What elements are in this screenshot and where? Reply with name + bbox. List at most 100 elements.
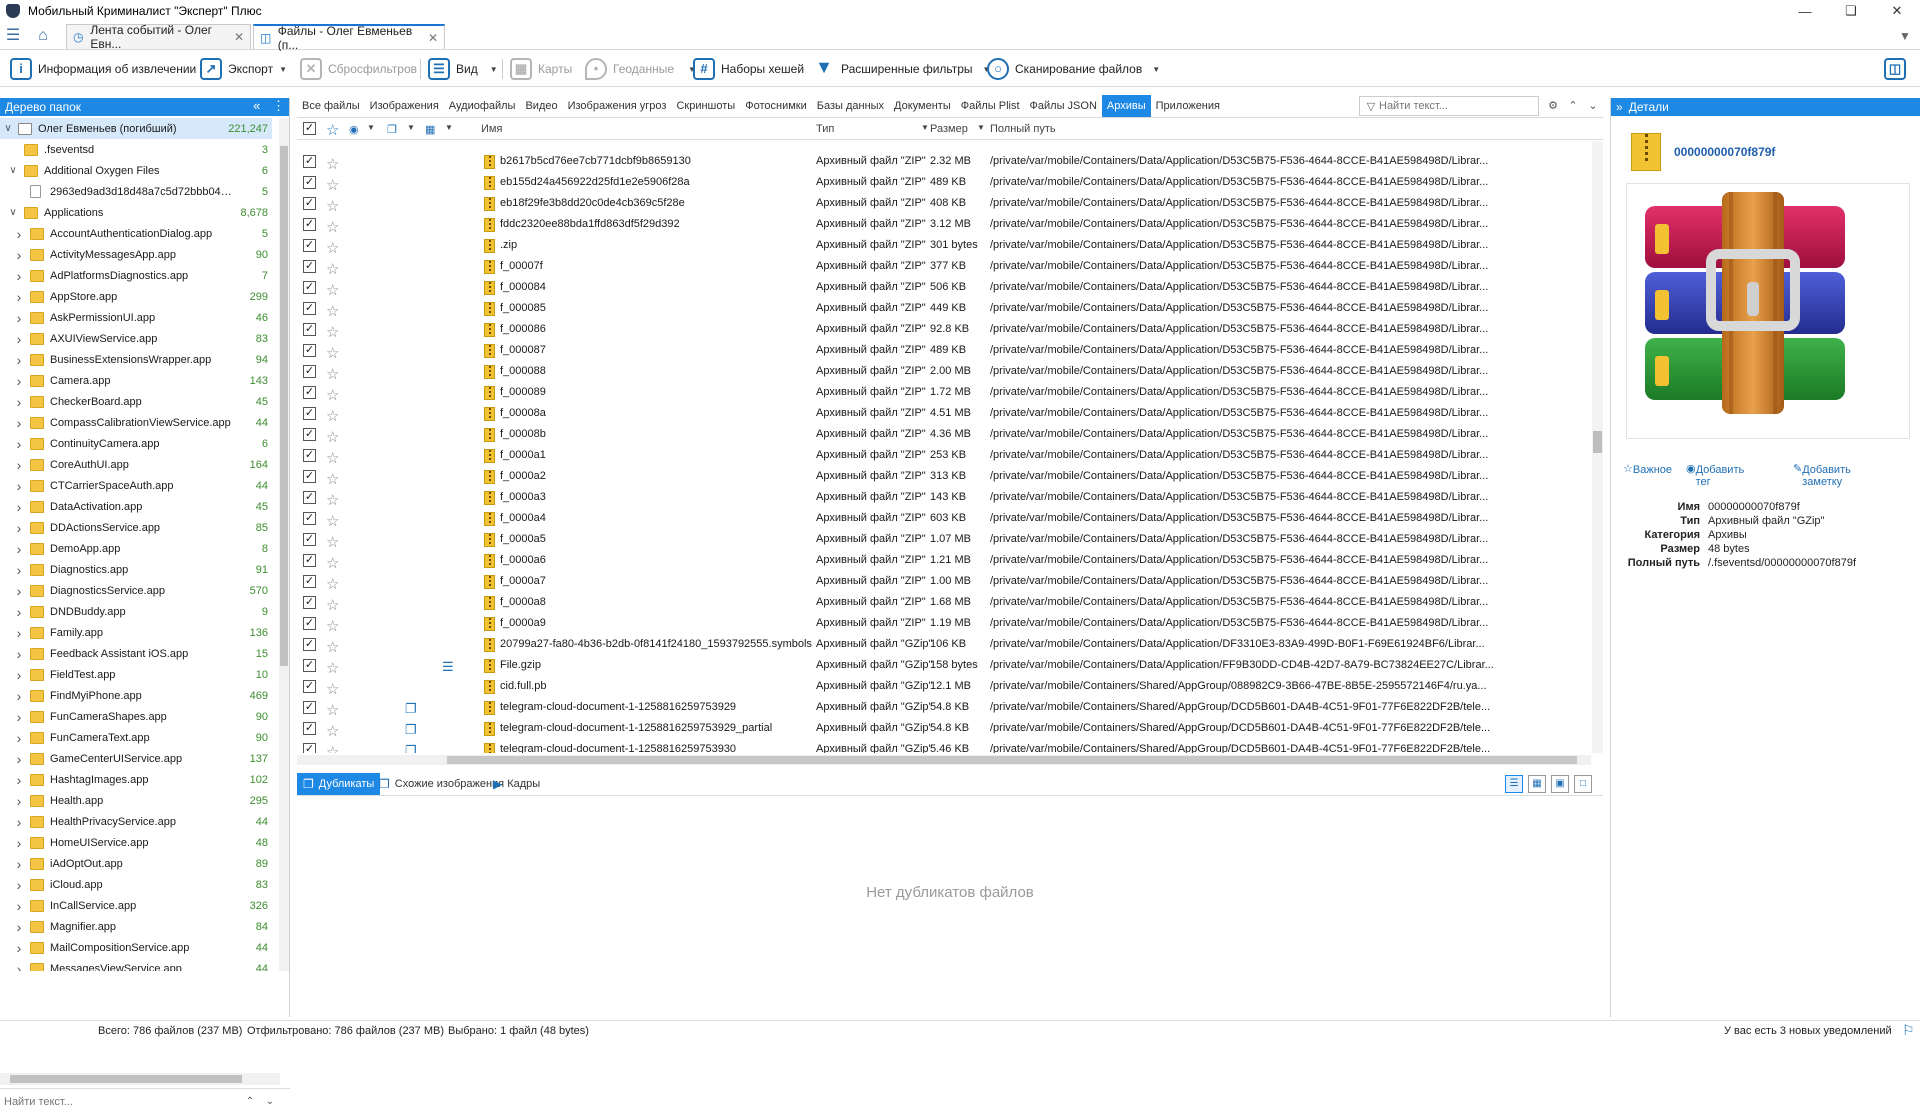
chevron-down-icon[interactable]: ▼ xyxy=(445,123,453,132)
scan-files-button[interactable]: ○ Сканирование файлов ▼ xyxy=(987,56,1160,82)
table-row[interactable]: ✓ ☆ .zip Архивный файл "ZIP" 301 bytes/priva… xyxy=(297,235,1591,257)
db-column-icon[interactable]: ▦ xyxy=(425,123,435,136)
tree-item[interactable]: › Diagnostics.app 91 xyxy=(0,559,272,580)
tag-column-icon[interactable]: ◉ xyxy=(349,123,359,136)
tree-item[interactable]: › FunCameraShapes.app 90 xyxy=(0,706,272,727)
tree-item[interactable]: › MailCompositionService.app 44 xyxy=(0,937,272,958)
chevron-right-icon[interactable]: › xyxy=(14,520,24,536)
tree-item[interactable]: › AdPlatformsDiagnostics.app 7 xyxy=(0,265,272,286)
row-checkbox[interactable]: ✓ xyxy=(303,176,316,189)
category-tab[interactable]: Изображения xyxy=(365,95,444,117)
chevron-right-icon[interactable]: › xyxy=(14,373,24,389)
star-icon[interactable]: ☆ xyxy=(326,512,339,530)
chevron-down-icon[interactable]: ▼ xyxy=(490,65,498,74)
extended-filters-button[interactable]: ▼ Расширенные фильтры ▼ xyxy=(813,56,990,82)
chevron-down-icon[interactable]: ▼ xyxy=(279,65,287,74)
chevron-down-icon[interactable]: ∨ xyxy=(3,123,13,134)
chevron-down-icon[interactable]: ▼ xyxy=(1152,65,1160,74)
tree-item[interactable]: › iAdOptOut.app 89 xyxy=(0,853,272,874)
category-tab[interactable]: Архивы xyxy=(1101,94,1151,117)
star-icon[interactable]: ☆ xyxy=(326,365,339,383)
add-note-action[interactable]: ✎ Добавить заметку xyxy=(1793,462,1851,488)
tree-item[interactable]: ∨ Олег Евменьев (погибший) 221,247 xyxy=(0,118,272,139)
star-icon[interactable]: ☆ xyxy=(326,281,339,299)
category-tab[interactable]: Аудиофайлы xyxy=(444,95,521,117)
chevron-right-icon[interactable]: › xyxy=(14,478,24,494)
star-icon[interactable]: ☆ xyxy=(326,617,339,635)
hamburger-menu-icon[interactable]: ☰ xyxy=(4,27,22,45)
tree-item[interactable]: › FieldTest.app 10 xyxy=(0,664,272,685)
table-row[interactable]: ✓ ☆ ❐ telegram-cloud-document-1-12588162597… xyxy=(297,697,1591,719)
category-tab[interactable]: Файлы Plist xyxy=(956,95,1025,117)
duplicates-column-icon[interactable]: ❐ xyxy=(387,123,397,136)
star-icon[interactable]: ☆ xyxy=(326,575,339,593)
select-all-checkbox[interactable]: ✓ xyxy=(303,122,316,136)
star-icon[interactable]: ☆ xyxy=(326,533,339,551)
scrollbar-thumb[interactable] xyxy=(10,1075,242,1083)
star-icon[interactable]: ☆ xyxy=(326,260,339,278)
category-tab[interactable]: Документы xyxy=(889,95,956,117)
table-row[interactable]: ✓ ☆ ❐ telegram-cloud-document-1-12588162597… xyxy=(297,718,1591,740)
chevron-right-icon[interactable]: › xyxy=(14,919,24,935)
category-tab[interactable]: Базы данных xyxy=(812,95,889,117)
star-icon[interactable]: ☆ xyxy=(326,302,339,320)
chevron-right-icon[interactable]: › xyxy=(14,499,24,515)
column-name[interactable]: Имя xyxy=(481,123,502,135)
search-prev-icon[interactable]: ⌃ xyxy=(1564,96,1582,116)
hash-sets-button[interactable]: # Наборы хешей xyxy=(693,56,804,82)
table-row[interactable]: ✓ ☆ eb155d24a456922d25fd1e2e5906f28a Архивн… xyxy=(297,172,1591,194)
category-tab[interactable]: Видео xyxy=(520,95,562,117)
important-action[interactable]: ☆ Важное xyxy=(1623,462,1672,476)
category-tab[interactable]: Фотоснимки xyxy=(740,95,812,117)
row-checkbox[interactable]: ✓ xyxy=(303,722,316,735)
table-row[interactable]: ✓ ☆ ❐ telegram-cloud-document-1-12588162597… xyxy=(297,739,1591,753)
star-icon[interactable]: ☆ xyxy=(326,638,339,656)
chevron-right-icon[interactable]: › xyxy=(14,898,24,914)
chevron-down-icon[interactable]: ∨ xyxy=(8,207,18,218)
chevron-right-icon[interactable]: › xyxy=(14,583,24,599)
tree-item[interactable]: › BusinessExtensionsWrapper.app 94 xyxy=(0,349,272,370)
chevron-right-icon[interactable]: › xyxy=(14,415,24,431)
tree-item[interactable]: › CoreAuthUI.app 164 xyxy=(0,454,272,475)
chevron-right-icon[interactable]: › xyxy=(14,310,24,326)
row-checkbox[interactable]: ✓ xyxy=(303,302,316,315)
star-icon[interactable]: ☆ xyxy=(326,491,339,509)
tree-item[interactable]: › FindMyiPhone.app 469 xyxy=(0,685,272,706)
chevron-down-icon[interactable]: ▼ xyxy=(367,123,375,132)
tree-item[interactable]: › DDActionsService.app 85 xyxy=(0,517,272,538)
star-icon[interactable]: ☆ xyxy=(326,197,339,215)
tree-item[interactable]: › DiagnosticsService.app 570 xyxy=(0,580,272,601)
chevron-right-icon[interactable]: › xyxy=(14,814,24,830)
row-checkbox[interactable]: ✓ xyxy=(303,260,316,273)
export-button[interactable]: ↗ Экспорт ▼ xyxy=(200,56,287,82)
table-row[interactable]: ✓ ☆ f_0000a3 Архивный файл "ZIP" 143 KB/priv… xyxy=(297,487,1591,509)
star-icon[interactable]: ☆ xyxy=(326,218,339,236)
tab-duplicates[interactable]: ❐ Дубликаты xyxy=(297,773,381,795)
chevron-right-icon[interactable]: › xyxy=(14,667,24,683)
chevron-right-icon[interactable]: › xyxy=(14,856,24,872)
tabs-overflow-icon[interactable]: ▼ xyxy=(1896,27,1914,45)
extraction-info-button[interactable]: i Информация об извлечении xyxy=(10,56,196,82)
tree-item[interactable]: ∨ Applications 8,678 xyxy=(0,202,272,223)
star-icon[interactable]: ☆ xyxy=(326,701,339,719)
row-checkbox[interactable]: ✓ xyxy=(303,218,316,231)
star-icon[interactable]: ☆ xyxy=(326,722,339,740)
category-tab[interactable]: Файлы JSON xyxy=(1025,95,1102,117)
row-checkbox[interactable]: ✓ xyxy=(303,386,316,399)
row-checkbox[interactable]: ✓ xyxy=(303,365,316,378)
column-type[interactable]: Тип xyxy=(816,123,834,135)
table-row[interactable]: ✓ ☆ f_00008b Архивный файл "ZIP" 4.36 MB/pri… xyxy=(297,424,1591,446)
tree-item[interactable]: .fseventsd 3 xyxy=(0,139,272,160)
row-checkbox[interactable]: ✓ xyxy=(303,239,316,252)
find-text-input[interactable] xyxy=(1379,100,1529,112)
tree-item[interactable]: › AppStore.app 299 xyxy=(0,286,272,307)
preview-view-icon[interactable]: ▣ xyxy=(1551,775,1569,793)
row-checkbox[interactable]: ✓ xyxy=(303,659,316,672)
table-row[interactable]: ✓ ☆ f_0000a7 Архивный файл "ZIP" 1.00 MB/pri… xyxy=(297,571,1591,593)
chevron-right-icon[interactable]: › xyxy=(14,457,24,473)
star-icon[interactable]: ☆ xyxy=(326,239,339,257)
star-icon[interactable]: ☆ xyxy=(326,596,339,614)
star-icon[interactable]: ☆ xyxy=(326,386,339,404)
tree-item[interactable]: › CheckerBoard.app 45 xyxy=(0,391,272,412)
chevron-right-icon[interactable]: › xyxy=(14,793,24,809)
